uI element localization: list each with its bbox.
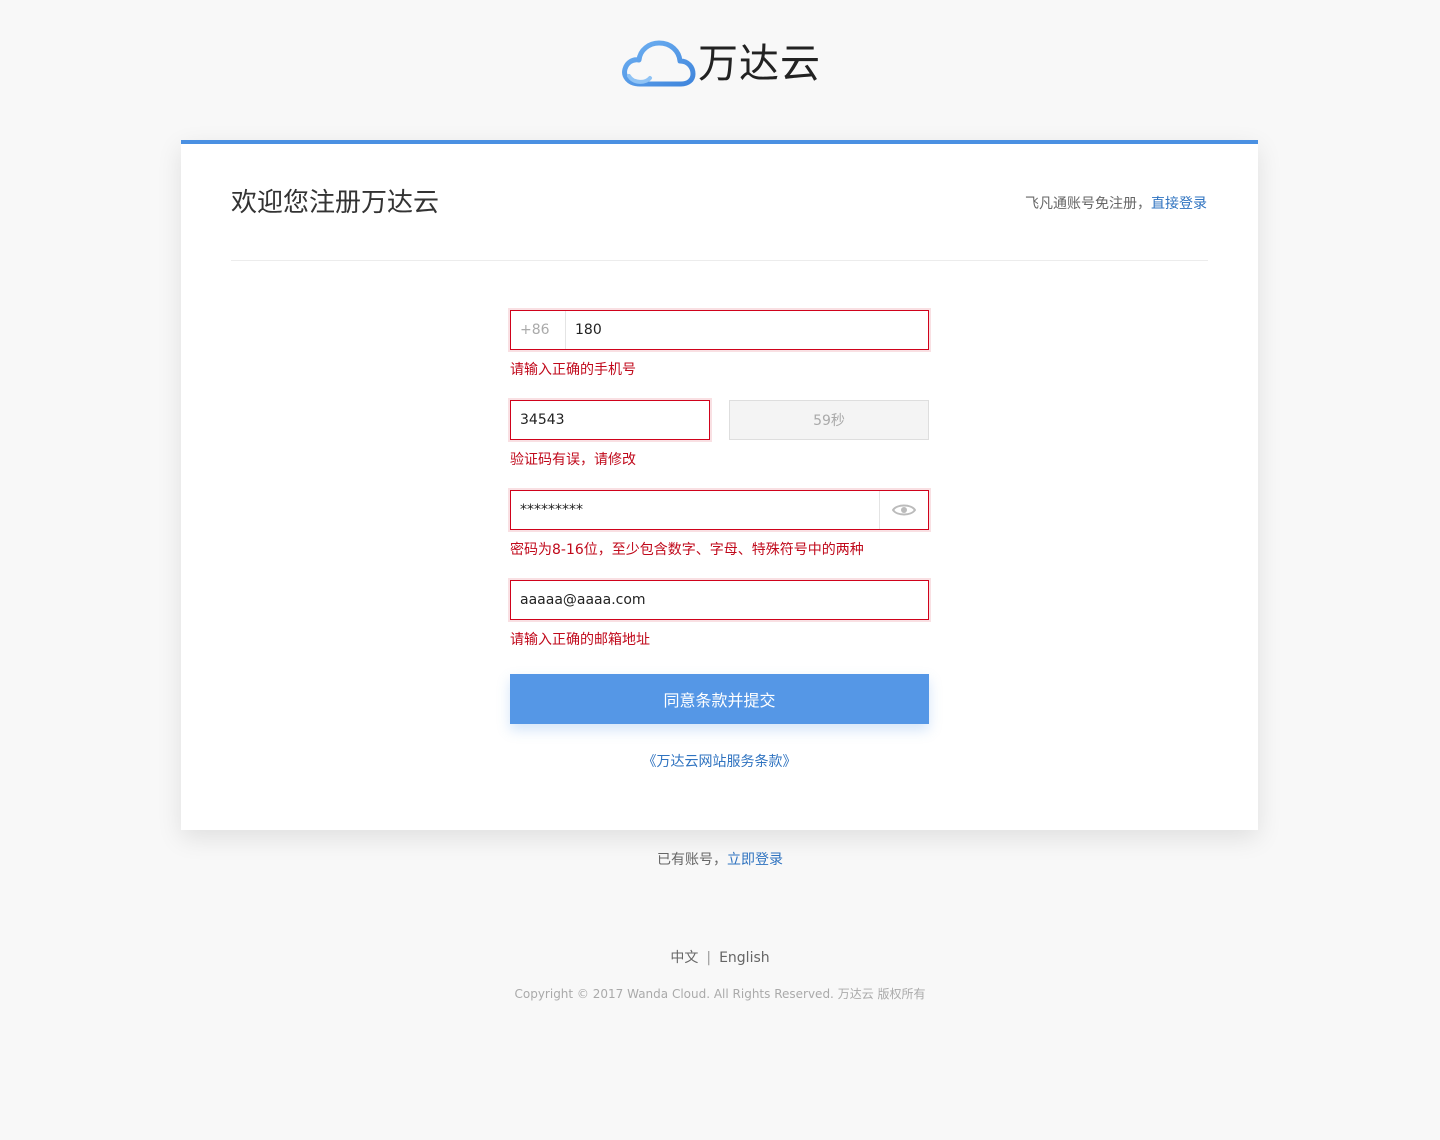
alt-register-hint: 飞凡通账号免注册，直接登录 xyxy=(1025,194,1207,214)
brand-name: 万达云 xyxy=(698,41,821,87)
language-switcher: 中文 | English xyxy=(0,948,1440,968)
copyright-text: Copyright © 2017 Wanda Cloud. All Rights… xyxy=(514,987,926,1001)
header-divider xyxy=(231,260,1208,261)
lang-en-link[interactable]: English xyxy=(719,950,770,966)
lang-separator: | xyxy=(706,950,712,966)
email-input[interactable]: aaaaa@aaaa.com xyxy=(511,581,646,619)
direct-login-link[interactable]: 直接登录 xyxy=(1151,196,1207,212)
lang-zh-link[interactable]: 中文 xyxy=(670,950,698,966)
has-account-text: 已有账号， xyxy=(657,852,727,868)
page-title: 欢迎您注册万达云 xyxy=(231,188,440,218)
alt-register-text: 飞凡通账号免注册， xyxy=(1025,196,1151,212)
password-input[interactable]: ********* xyxy=(511,491,583,529)
sms-code-error: 验证码有误，请修改 xyxy=(510,452,636,468)
country-code-select[interactable]: +86 xyxy=(511,311,566,349)
phone-field[interactable]: +86 180 xyxy=(510,310,929,350)
submit-button[interactable]: 同意条款并提交 xyxy=(510,674,929,724)
email-error: 请输入正确的邮箱地址 xyxy=(510,632,650,648)
register-card: 欢迎您注册万达云 飞凡通账号免注册，直接登录 +86 180 请输入正确的手机号… xyxy=(181,140,1258,830)
password-field[interactable]: ********* xyxy=(510,490,929,530)
sms-code-input[interactable]: 34543 xyxy=(511,401,565,439)
login-now-link[interactable]: 立即登录 xyxy=(727,852,783,868)
sms-code-field[interactable]: 34543 xyxy=(510,400,710,440)
email-field[interactable]: aaaaa@aaaa.com xyxy=(510,580,929,620)
terms-link[interactable]: 《万达云网站服务条款》 xyxy=(510,752,929,772)
resend-code-button[interactable]: 59秒 xyxy=(729,400,929,440)
phone-error: 请输入正确的手机号 xyxy=(510,362,636,378)
brand-logo[interactable]: 万达云 xyxy=(620,38,821,90)
eye-icon[interactable] xyxy=(879,491,928,529)
cloud-icon xyxy=(622,40,696,87)
phone-input[interactable]: 180 xyxy=(566,311,602,349)
login-prompt: 已有账号，立即登录 xyxy=(0,850,1440,870)
password-error: 密码为8-16位，至少包含数字、字母、特殊符号中的两种 xyxy=(510,542,864,558)
